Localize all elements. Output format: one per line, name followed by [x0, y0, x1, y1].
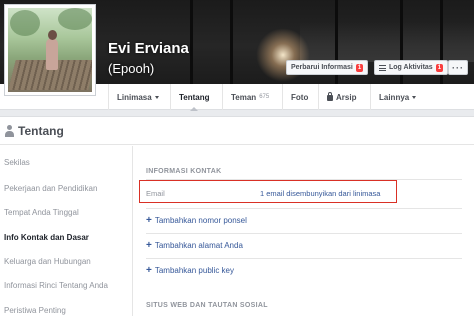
add-address-link[interactable]: + Tambahkan alamat Anda: [146, 239, 243, 251]
email-value-link[interactable]: 1 email disembunyikan dari linimasa: [260, 189, 380, 198]
sidebar-item-details-about-you[interactable]: Informasi Rinci Tentang Anda: [4, 281, 108, 290]
chevron-down-icon: [412, 95, 417, 99]
tab-friends-label: Teman: [231, 92, 257, 102]
foliage: [10, 10, 40, 36]
sidebar-item-family-relationships[interactable]: Keluarga dan Hubungan: [4, 257, 91, 266]
update-info-badge: 1: [355, 63, 364, 72]
email-label: Email: [146, 189, 165, 198]
tab-timeline[interactable]: Linimasa: [108, 84, 167, 110]
sidebar-item-overview[interactable]: Sekilas: [4, 158, 30, 167]
chevron-down-icon: [154, 95, 159, 99]
add-public-key-label: Tambahkan public key: [154, 266, 234, 275]
sidebar-item-places-lived[interactable]: Tempat Anda Tinggal: [4, 208, 79, 217]
user-icon: [4, 124, 14, 137]
activity-log-badge: 1: [435, 63, 444, 72]
profile-nickname: (Epooh): [108, 61, 155, 76]
tab-archive-label: Arsip: [336, 92, 357, 102]
tab-friends[interactable]: Teman 675: [222, 84, 277, 110]
activity-log-label: Log Aktivitas: [389, 64, 433, 71]
row-divider: [146, 208, 462, 209]
profile-photo: [8, 8, 92, 92]
web-section-title: SITUS WEB DAN TAUTAN SOSIAL: [146, 302, 268, 309]
add-public-key-link[interactable]: + Tambahkan public key: [146, 264, 234, 276]
person-figure: [46, 38, 58, 70]
add-phone-link[interactable]: + Tambahkan nomor ponsel: [146, 214, 247, 226]
row-divider: [146, 258, 462, 259]
friends-count: 675: [259, 94, 270, 100]
tab-about[interactable]: Tentang: [170, 84, 218, 111]
about-title: Tentang: [18, 123, 64, 138]
contact-info-content: INFORMASI KONTAK Email 1 email disembuny…: [134, 146, 474, 316]
plus-icon: +: [146, 239, 152, 251]
more-dots-icon: ···: [452, 62, 464, 73]
plus-icon: +: [146, 264, 152, 276]
person-head: [48, 30, 57, 40]
about-header: Tentang: [0, 117, 474, 145]
tab-photos[interactable]: Foto: [282, 84, 316, 110]
cover-tree: [190, 0, 193, 84]
about-panel: Tentang Sekilas Pekerjaan dan Pendidikan…: [0, 116, 474, 316]
profile-picture[interactable]: [4, 4, 96, 96]
contact-section-title: INFORMASI KONTAK: [146, 168, 222, 175]
sidebar-item-contact-basic-info[interactable]: Info Kontak dan Dasar: [4, 233, 89, 242]
activity-log-button[interactable]: Log Aktivitas 1: [374, 60, 449, 75]
tab-about-label: Tentang: [179, 92, 210, 102]
tab-photos-label: Foto: [291, 92, 309, 102]
foliage: [58, 8, 92, 30]
sidebar-item-work-education[interactable]: Pekerjaan dan Pendidikan: [4, 184, 97, 193]
sidebar-item-life-events[interactable]: Peristiwa Penting: [4, 306, 66, 315]
list-icon: [379, 64, 386, 71]
tab-more[interactable]: Lainnya: [370, 84, 424, 110]
row-divider: [146, 233, 462, 234]
add-phone-label: Tambahkan nomor ponsel: [154, 216, 247, 225]
tab-more-label: Lainnya: [379, 92, 410, 102]
cover-ridge: [300, 22, 474, 62]
tab-archive[interactable]: Arsip: [318, 84, 364, 110]
more-options-button[interactable]: ···: [448, 60, 468, 75]
lock-icon: [327, 92, 333, 101]
update-info-label: Perbarui Informasi: [291, 64, 353, 71]
cover-tree: [230, 0, 233, 84]
plus-icon: +: [146, 214, 152, 226]
tab-timeline-label: Linimasa: [117, 92, 152, 102]
add-address-label: Tambahkan alamat Anda: [154, 241, 243, 250]
update-info-button[interactable]: Perbarui Informasi 1: [286, 60, 369, 75]
about-sidebar: Sekilas Pekerjaan dan Pendidikan Tempat …: [0, 146, 133, 316]
profile-name[interactable]: Evi Erviana: [108, 40, 189, 57]
